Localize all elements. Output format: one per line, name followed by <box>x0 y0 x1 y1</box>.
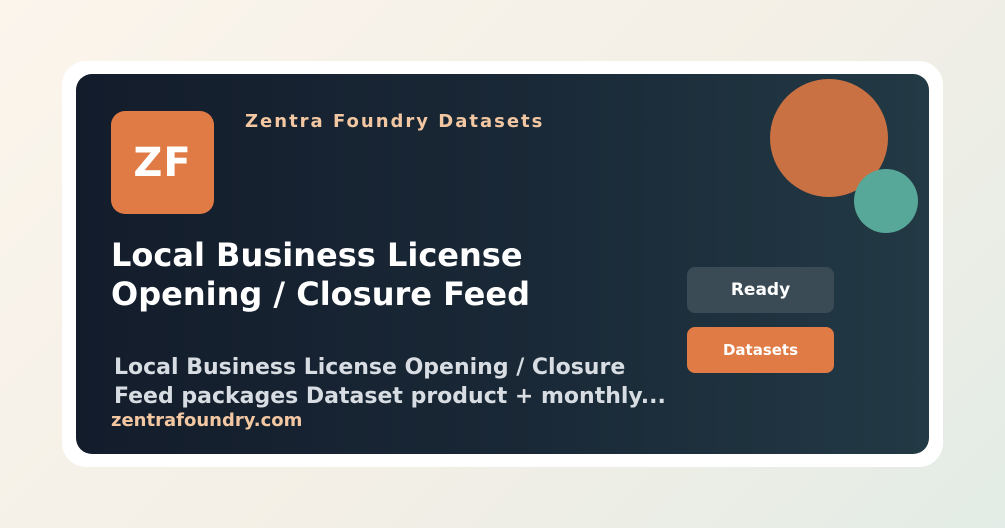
banner-card: ZF Zentra Foundry Datasets Local Busines… <box>76 74 929 454</box>
ready-button-label: Ready <box>730 280 791 300</box>
datasets-button-label: Datasets <box>722 341 799 359</box>
brand-name: Zentra Foundry Datasets <box>245 111 545 132</box>
datasets-button[interactable]: Datasets <box>687 327 834 373</box>
product-description: Local Business License Opening / Closure… <box>114 353 694 411</box>
title-line-1: Local Business License <box>111 236 523 274</box>
brand-url: zentrafoundry.com <box>111 410 303 431</box>
ready-button[interactable]: Ready <box>687 267 834 313</box>
title-line-2: Opening / Closure Feed <box>111 275 530 313</box>
decorative-teal-circle <box>854 169 918 233</box>
description-line-1: Local Business License Opening / Closure <box>114 355 626 380</box>
logo-initials: ZF <box>133 139 192 186</box>
brand-logo: ZF <box>111 111 214 214</box>
page-title: Local Business License Opening / Closure… <box>111 236 631 314</box>
description-line-2: Feed packages Dataset product + monthly.… <box>114 384 666 409</box>
